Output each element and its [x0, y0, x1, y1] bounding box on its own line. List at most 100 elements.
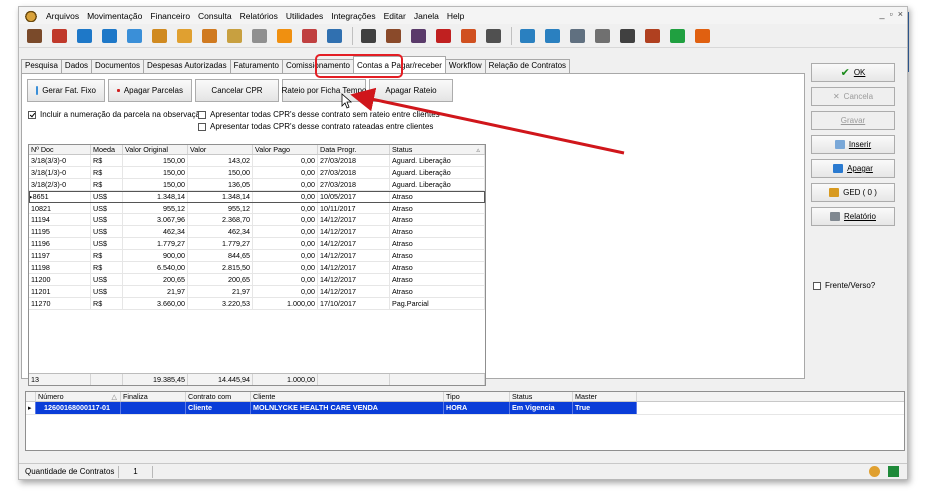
cell-data-progr[interactable]: 17/10/2017	[318, 297, 390, 309]
table-row[interactable]: 3/18(1/3)-0 R$ 150,00 150,00 0,00 27/03/2018 A…	[29, 166, 485, 179]
cell-status[interactable]: Atraso	[390, 190, 485, 202]
cell-status[interactable]: Atraso	[390, 262, 485, 273]
cell-valor-pago[interactable]: 0,00	[253, 285, 318, 297]
cell-status[interactable]: Atraso	[390, 250, 485, 262]
pencil-icon[interactable]	[198, 26, 220, 46]
cell-valor-pago[interactable]: 0,00	[253, 214, 318, 226]
calendar-icon[interactable]	[298, 26, 320, 46]
cell-data-progr[interactable]: 27/03/2018	[318, 155, 390, 166]
ok-button[interactable]: ✔ OK	[811, 63, 895, 82]
cell-valor-original[interactable]: 1.779,27	[123, 238, 188, 250]
user-icon[interactable]	[48, 26, 70, 46]
tab-dados[interactable]: Dados	[60, 59, 93, 73]
cell-status[interactable]: Atraso	[390, 273, 485, 285]
cell-valor[interactable]: 3.220,53	[188, 297, 253, 309]
menu-consulta[interactable]: Consulta	[194, 11, 236, 21]
table-row[interactable]: 11194 US$ 3.067,96 2.368,70 0,00 14/12/2017 At…	[29, 214, 485, 227]
rateio-ficha-tempo-button[interactable]: Rateio por Ficha Tempo	[282, 79, 366, 102]
col-status[interactable]: Status	[510, 392, 573, 401]
cell-moeda[interactable]: US$	[91, 190, 123, 202]
cell-valor[interactable]: 955,12	[188, 202, 253, 214]
tab-workflow[interactable]: Workflow	[444, 59, 486, 73]
cell-data-progr[interactable]: 14/12/2017	[318, 285, 390, 297]
thumb-up-blue-icon[interactable]	[98, 26, 120, 46]
tools-icon[interactable]	[641, 26, 663, 46]
cell-data-progr[interactable]: 27/03/2018	[318, 166, 390, 178]
col-cliente[interactable]: Cliente	[251, 392, 444, 401]
col-valor-original[interactable]: Valor Original	[123, 145, 188, 154]
document-edit-icon[interactable]	[248, 26, 270, 46]
cell-n-doc[interactable]: 10821	[29, 202, 91, 214]
menu-movimentacao[interactable]: Movimentação	[83, 11, 146, 21]
cell-valor[interactable]: 143,02	[188, 155, 253, 166]
apresentar-rateadas-checkbox[interactable]: Apresentar todas CPR's desse contrato ra…	[198, 122, 433, 131]
table-row[interactable]: 11198 R$ 6.540,00 2.815,50 0,00 14/12/2017 Atr…	[29, 262, 485, 274]
scissors-icon[interactable]	[616, 26, 638, 46]
menu-relatorios[interactable]: Relatórios	[236, 11, 282, 21]
globe-icon[interactable]	[273, 26, 295, 46]
arrow-pair-icon[interactable]	[457, 26, 479, 46]
table-row[interactable]: ▸8651 US$ 1.348,14 1.348,14 0,00 10/05/2017 At…	[29, 190, 485, 203]
cell-valor-original[interactable]: 3.067,96	[123, 214, 188, 226]
cell-valor-original[interactable]: 462,34	[123, 226, 188, 238]
cell-contrato-com[interactable]: Cliente	[186, 402, 251, 414]
table-row[interactable]: 11270 R$ 3.660,00 3.220,53 1.000,00 17/10/201…	[29, 297, 485, 310]
user-tie-icon[interactable]	[382, 26, 404, 46]
checkbox-checked-icon[interactable]	[28, 110, 36, 119]
tab-pesquisa[interactable]: Pesquisa	[21, 59, 62, 73]
cell-valor-original[interactable]: 900,00	[123, 250, 188, 262]
menu-utilidades[interactable]: Utilidades	[282, 11, 327, 21]
cell-status[interactable]: Atraso	[390, 285, 485, 297]
table-row[interactable]: 11196 US$ 1.779,27 1.779,27 0,00 14/12/2017 At…	[29, 238, 485, 251]
menu-arquivos[interactable]: Arquivos	[42, 11, 83, 21]
cell-valor-original[interactable]: 21,97	[123, 285, 188, 297]
users-icon[interactable]	[23, 26, 45, 46]
cell-valor[interactable]: 462,34	[188, 226, 253, 238]
col-status[interactable]: Status ▵	[390, 145, 485, 154]
cell-data-progr[interactable]: 10/11/2017	[318, 202, 390, 214]
cell-moeda[interactable]: US$	[91, 214, 123, 226]
col-master[interactable]: Master	[573, 392, 637, 401]
gerar-fat-fixo-button[interactable]: Gerar Fat. Fixo	[27, 79, 105, 102]
cell-status[interactable]: Atraso	[390, 202, 485, 214]
group-icon[interactable]	[407, 26, 429, 46]
col-data-progr[interactable]: Data Progr.	[318, 145, 390, 154]
col-n-doc[interactable]: Nº Doc	[29, 145, 91, 154]
thumb-up-alt-icon[interactable]	[123, 26, 145, 46]
cell-valor[interactable]: 200,65	[188, 273, 253, 285]
col-tipo[interactable]: Tipo	[444, 392, 510, 401]
cell-data-progr[interactable]: 14/12/2017	[318, 238, 390, 250]
cell-data-progr[interactable]: 14/12/2017	[318, 273, 390, 285]
thumb-chart-icon[interactable]	[516, 26, 538, 46]
cell-valor-pago[interactable]: 0,00	[253, 178, 318, 190]
menu-financeiro[interactable]: Financeiro	[146, 11, 194, 21]
cell-data-progr[interactable]: 10/05/2017	[318, 190, 390, 202]
col-numero[interactable]: Número △	[36, 392, 121, 401]
cell-valor[interactable]: 1.348,14	[188, 190, 253, 202]
apagar-parcelas-button[interactable]: Apagar Parcelas	[108, 79, 192, 102]
col-valor[interactable]: Valor	[188, 145, 253, 154]
cell-moeda[interactable]: R$	[91, 250, 123, 262]
cell-n-doc[interactable]: 3/18(1/3)-0	[29, 166, 91, 178]
cell-moeda[interactable]: R$	[91, 178, 123, 190]
cell-n-doc[interactable]: ▸8651	[29, 190, 91, 202]
cell-n-doc[interactable]: 3/18(2/3)-0	[29, 178, 91, 190]
cell-n-doc[interactable]: 11198	[29, 262, 91, 273]
cell-data-progr[interactable]: 14/12/2017	[318, 214, 390, 226]
tab-faturamento[interactable]: Faturamento	[229, 59, 283, 73]
cell-cliente[interactable]: MOLNLYCKE HEALTH CARE VENDA	[251, 402, 444, 414]
cell-valor-original[interactable]: 955,12	[123, 202, 188, 214]
menu-editar[interactable]: Editar	[380, 11, 410, 21]
menu-integracoes[interactable]: Integrações	[327, 11, 379, 21]
thumb-settings-icon[interactable]	[148, 26, 170, 46]
arrow-double-icon[interactable]	[432, 26, 454, 46]
cell-valor-pago[interactable]: 0,00	[253, 190, 318, 202]
table-row[interactable]: 3/18(2/3)-0 R$ 150,00 136,05 0,00 27/03/2018 A…	[29, 178, 485, 191]
return-icon[interactable]	[357, 26, 379, 46]
cell-status[interactable]: Atraso	[390, 214, 485, 226]
col-valor-pago[interactable]: Valor Pago	[253, 145, 318, 154]
thumb-chart-alt-icon[interactable]	[541, 26, 563, 46]
report-icon[interactable]	[566, 26, 588, 46]
incluir-numeracao-checkbox[interactable]: Incluir a numeração da parcela na observ…	[28, 110, 205, 119]
cell-valor-original[interactable]: 200,65	[123, 273, 188, 285]
